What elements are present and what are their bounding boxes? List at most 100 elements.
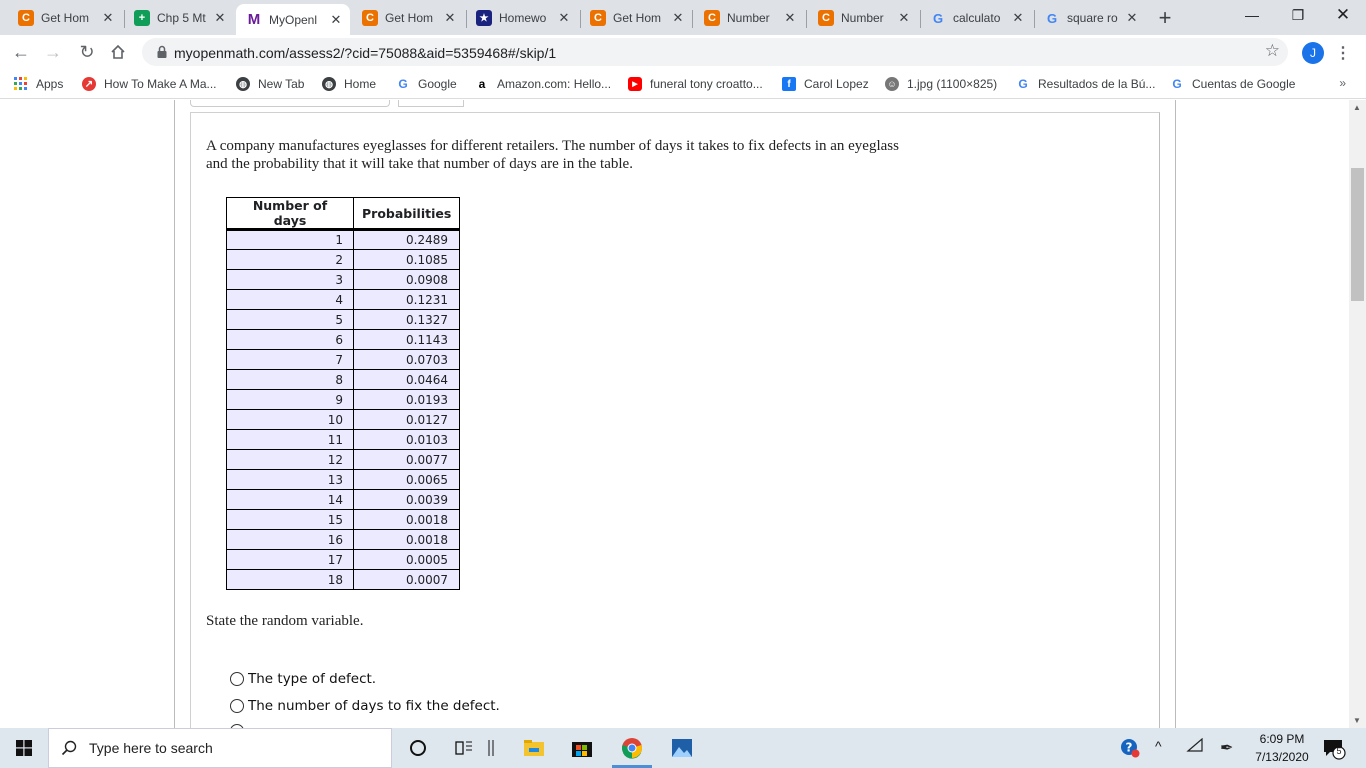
home-icon [111,44,125,59]
radio-button[interactable] [230,699,244,713]
cell-days: 4 [226,289,354,310]
bookmark-google[interactable]: G Google [396,75,456,93]
page-scrollbar[interactable]: ▲ ▼ [1349,100,1366,728]
answer-option-2[interactable]: The number of days to fix the defect. [230,697,500,715]
chegg-icon: C [18,10,34,26]
tab-number-1[interactable]: C Number ✕ [694,5,804,31]
chrome-menu-icon[interactable]: ⋮ [1335,43,1351,63]
action-center-icon[interactable]: 5 [1322,736,1346,760]
svg-text:?: ? [1126,741,1133,755]
bookmark-label: Resultados de la Bú... [1038,77,1156,91]
forward-button[interactable]: → [40,39,66,65]
bookmarks-overflow-button[interactable]: » [1339,76,1346,90]
radio-button[interactable] [230,672,244,686]
start-button[interactable] [0,728,48,768]
bookmark-carol-lopez[interactable]: f Carol Lopez [782,75,869,93]
windows-taskbar: Type here to search ? ^ ✒ 6:09 PM 7/13/2… [0,728,1366,768]
google-icon: G [1018,77,1028,91]
close-icon[interactable]: ✕ [670,10,686,26]
system-clock[interactable]: 6:09 PM 7/13/2020 [1252,730,1312,766]
tab-get-homework-3[interactable]: C Get Hom ✕ [580,5,692,31]
option-label: The type of defect. [248,671,377,687]
close-icon[interactable]: ✕ [328,12,344,28]
bookmark-label: New Tab [258,77,305,91]
bookmark-funeral[interactable]: ▶ funeral tony croatto... [628,75,763,93]
tab-square-root[interactable]: G square ro ✕ [1034,5,1146,31]
notification-count-badge: 5 [1336,746,1342,756]
address-bar[interactable]: myopenmath.com/assess2/?cid=75088&aid=53… [142,38,1288,66]
restore-button[interactable]: ❐ [1275,0,1321,30]
bookmark-resultados[interactable]: G Resultados de la Bú... [1016,75,1155,93]
lock-icon [157,45,167,58]
nav-buttons-remnant[interactable] [398,100,464,107]
microsoft-store-icon[interactable] [570,736,594,760]
star-icon: ★ [476,10,492,26]
reload-button[interactable]: ↻ [74,39,100,65]
bookmark-image[interactable]: ☺ 1.jpg (1100×825) [885,75,997,93]
bookmark-label: Home [344,77,377,91]
cell-days: 1 [226,229,354,250]
question-selector-remnant[interactable] [190,100,390,107]
show-hidden-icons-chevron-icon[interactable]: ^ [1155,738,1162,754]
tab-myopenmath[interactable]: M MyOpenl ✕ [236,4,350,35]
tab-get-homework-1[interactable]: C Get Hom ✕ [8,5,122,31]
photos-icon[interactable] [670,736,694,760]
bookmark-home[interactable]: ◍ Home [322,75,376,93]
profile-avatar[interactable]: J [1302,42,1324,64]
close-icon[interactable]: ✕ [556,10,572,26]
cell-days: 3 [226,269,354,290]
tab-calculator[interactable]: G calculato ✕ [920,5,1032,31]
window-close-button[interactable]: ✕ [1320,0,1366,30]
pen-ink-icon[interactable]: ✒ [1220,738,1233,758]
answer-option-1[interactable]: The type of defect. [230,670,376,688]
tab-get-homework-2[interactable]: C Get Hom ✕ [352,5,464,31]
close-icon[interactable]: ✕ [100,10,116,26]
close-icon[interactable]: ✕ [442,10,458,26]
bookmark-apps[interactable]: Apps [14,75,63,93]
task-view-icon[interactable] [452,736,476,760]
close-icon[interactable]: ✕ [1010,10,1026,26]
globe-icon: ◍ [322,77,336,91]
taskbar-search-box[interactable]: Type here to search [48,728,392,768]
cell-probability: 0.0077 [352,449,461,470]
minimize-button[interactable]: — [1229,0,1275,30]
table-row: 16 0.0018 [226,529,461,550]
tab-title: Chp 5 Mt [157,11,206,25]
back-button[interactable]: ← [8,39,34,65]
file-explorer-icon[interactable] [522,736,546,760]
wifi-icon[interactable] [1186,737,1204,755]
bookmark-star-icon[interactable]: ☆ [1265,41,1280,61]
amazon-icon: a [478,77,486,91]
cell-probability: 0.0018 [352,509,461,530]
scroll-up-icon[interactable]: ▲ [1353,103,1361,112]
cell-days: 8 [226,369,354,390]
cell-probability: 0.0908 [352,269,461,290]
cell-days: 13 [226,469,354,490]
scrollbar-thumb[interactable] [1351,168,1364,301]
windows-logo-icon [16,740,32,756]
cell-probability: 0.0703 [352,349,461,370]
bookmark-amazon[interactable]: a Amazon.com: Hello... [475,75,611,93]
close-icon[interactable]: ✕ [212,10,228,26]
cortana-icon[interactable] [406,736,430,760]
close-icon[interactable]: ✕ [896,10,912,26]
table-row: 10 0.0127 [226,409,461,430]
cell-probability: 0.0039 [352,489,461,510]
tab-homework[interactable]: ★ Homewo ✕ [466,5,578,31]
bookmark-cuentas[interactable]: G Cuentas de Google [1170,75,1295,93]
close-icon[interactable]: ✕ [782,10,798,26]
sheets-icon: + [134,10,150,26]
scroll-down-icon[interactable]: ▼ [1353,716,1361,725]
chrome-icon[interactable] [620,736,644,760]
search-placeholder: Type here to search [89,740,213,756]
table-header-days: Number of days [226,197,354,231]
new-tab-button[interactable]: + [1153,5,1177,30]
bookmark-how-to-make[interactable]: ↗ How To Make A Ma... [82,75,217,93]
tab-number-2[interactable]: C Number ✕ [808,5,918,31]
tab-chp5[interactable]: + Chp 5 Mt ✕ [124,5,234,31]
close-icon[interactable]: ✕ [1124,10,1140,26]
home-button[interactable] [105,39,131,65]
bookmark-new-tab[interactable]: ◍ New Tab [236,75,304,93]
help-icon[interactable]: ? [1120,738,1140,761]
cell-probability: 0.1143 [352,329,461,350]
